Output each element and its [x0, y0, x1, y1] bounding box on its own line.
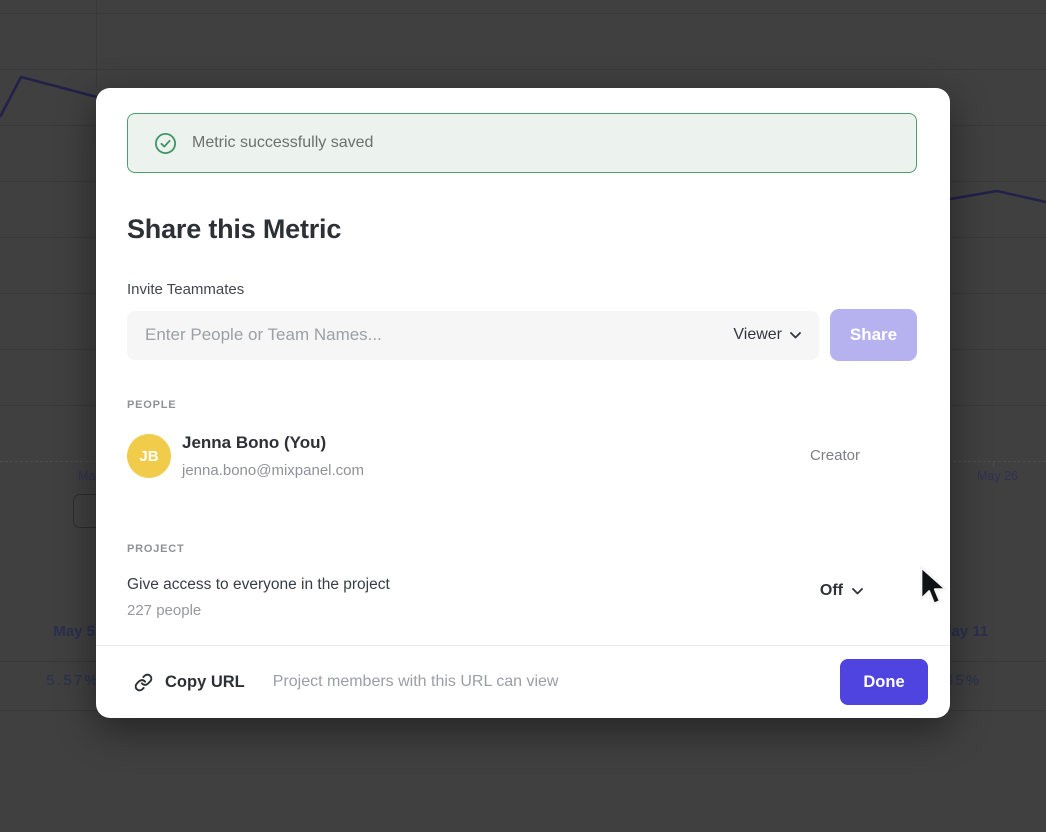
member-row: JB Jenna Bono (You) jenna.bono@mixpanel.…	[127, 433, 917, 478]
bg-table-value-left: 5.57%	[0, 673, 100, 689]
bg-x-label-left: Ma	[78, 469, 95, 483]
invite-people-input[interactable]	[143, 324, 721, 346]
copy-url-hint: Project members with this URL can view	[273, 673, 559, 691]
success-toast: Metric successfully saved	[127, 113, 917, 173]
bg-table-date-left: May 5	[0, 623, 95, 640]
member-name: Jenna Bono (You)	[182, 433, 326, 453]
bg-x-label-right: May 26	[977, 469, 1018, 483]
done-button[interactable]: Done	[840, 659, 928, 705]
modal-title: Share this Metric	[127, 214, 341, 245]
copy-url-label: Copy URL	[165, 673, 245, 692]
check-circle-icon	[154, 132, 177, 155]
chevron-down-icon	[790, 332, 801, 339]
member-email: jenna.bono@mixpanel.com	[182, 462, 364, 479]
invite-input-container: Viewer	[127, 311, 819, 360]
bg-table-value-right: 35%	[945, 673, 982, 689]
project-access-dropdown[interactable]: Off	[820, 582, 863, 600]
project-access-title: Give access to everyone in the project	[127, 576, 390, 594]
invite-teammates-label: Invite Teammates	[127, 281, 244, 298]
role-selected-value: Viewer	[733, 326, 782, 344]
project-people-count: 227 people	[127, 602, 201, 619]
invite-row: Viewer Share	[127, 309, 917, 361]
project-access-row: Give access to everyone in the project 2…	[127, 576, 919, 624]
project-access-value: Off	[820, 582, 843, 600]
link-icon	[134, 673, 153, 692]
copy-url-button[interactable]: Copy URL	[134, 673, 245, 692]
modal-footer: Copy URL Project members with this URL c…	[96, 645, 950, 718]
project-section-label: PROJECT	[127, 543, 185, 555]
share-button[interactable]: Share	[830, 309, 917, 361]
member-role: Creator	[810, 447, 860, 464]
role-select-dropdown[interactable]: Viewer	[733, 326, 801, 344]
chevron-down-icon	[852, 588, 863, 595]
toast-message: Metric successfully saved	[192, 134, 373, 152]
people-section-label: PEOPLE	[127, 399, 176, 411]
share-metric-modal: Metric successfully saved Share this Met…	[96, 88, 950, 718]
avatar: JB	[127, 434, 171, 478]
